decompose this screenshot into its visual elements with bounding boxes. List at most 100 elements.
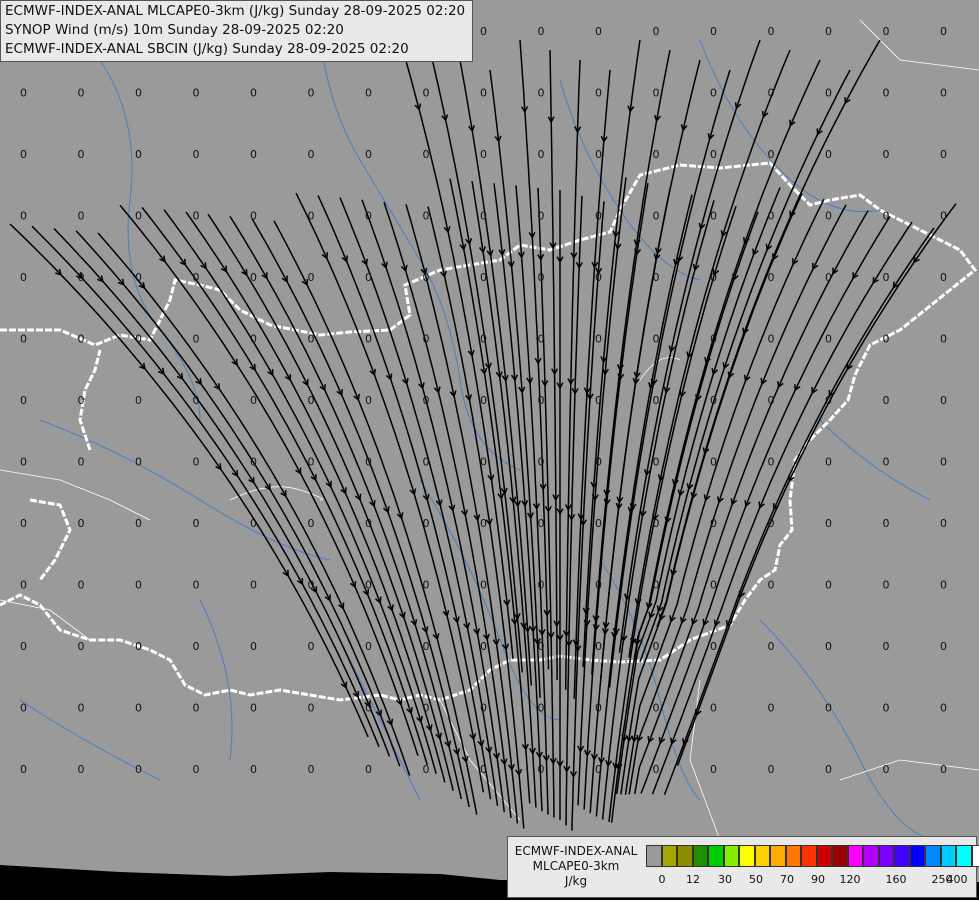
field-value-label: 0 [940, 394, 947, 407]
field-value-label: 0 [940, 148, 947, 161]
field-value-label: 0 [768, 87, 775, 100]
field-value-label: 0 [78, 640, 85, 653]
field-value-label: 0 [135, 148, 142, 161]
field-value-label: 0 [768, 394, 775, 407]
field-value-label: 0 [595, 333, 602, 346]
field-value-label: 0 [710, 210, 717, 223]
field-value-label: 0 [365, 271, 372, 284]
field-value-label: 0 [653, 517, 660, 530]
field-value-label: 0 [193, 148, 200, 161]
field-value-label: 0 [768, 271, 775, 284]
field-value-label: 0 [825, 763, 832, 776]
legend-swatch [940, 845, 956, 867]
field-value-label: 0 [538, 210, 545, 223]
field-value-label: 0 [193, 517, 200, 530]
field-value-label: 0 [825, 210, 832, 223]
field-value-label: 0 [423, 456, 430, 469]
field-value-label: 0 [653, 148, 660, 161]
field-value-label: 0 [135, 210, 142, 223]
legend-swatch [692, 845, 708, 867]
field-value-label: 0 [365, 333, 372, 346]
field-value-label: 0 [883, 640, 890, 653]
field-value-label: 0 [653, 394, 660, 407]
field-value-label: 0 [480, 517, 487, 530]
field-value-label: 0 [423, 517, 430, 530]
field-value-label: 0 [250, 702, 257, 715]
field-value-label: 0 [825, 640, 832, 653]
title-line-cape: ECMWF-INDEX-ANAL MLCAPE0-3km (J/kg) Sund… [5, 3, 466, 19]
field-value-label: 0 [423, 87, 430, 100]
field-value-label: 0 [308, 87, 315, 100]
field-value-label: 0 [20, 579, 27, 592]
field-value-label: 0 [135, 763, 142, 776]
field-value-label: 0 [78, 702, 85, 715]
field-value-label: 0 [710, 456, 717, 469]
field-value-label: 0 [883, 25, 890, 38]
field-value-label: 0 [595, 394, 602, 407]
field-value-label: 0 [595, 640, 602, 653]
field-value-label: 0 [653, 25, 660, 38]
field-value-label: 0 [883, 210, 890, 223]
field-value-label: 0 [193, 271, 200, 284]
field-value-label: 0 [308, 763, 315, 776]
legend-tick-label: 120 [839, 873, 861, 886]
field-value-label: 0 [365, 456, 372, 469]
field-value-label: 0 [20, 210, 27, 223]
field-value-label: 0 [538, 579, 545, 592]
field-value-label: 0 [825, 87, 832, 100]
title-box: ECMWF-INDEX-ANAL MLCAPE0-3km (J/kg) Sund… [0, 0, 473, 62]
field-value-label: 0 [538, 394, 545, 407]
field-value-label: 0 [595, 702, 602, 715]
legend-swatch [894, 845, 910, 867]
field-value-label: 0 [768, 517, 775, 530]
field-value-label: 0 [365, 517, 372, 530]
field-value-label: 0 [250, 640, 257, 653]
field-value-label: 0 [308, 456, 315, 469]
field-value-label: 0 [308, 517, 315, 530]
field-value-label: 0 [710, 333, 717, 346]
field-value-label: 0 [710, 517, 717, 530]
field-value-label: 0 [193, 87, 200, 100]
title-line-cin: ECMWF-INDEX-ANAL SBCIN (J/kg) Sunday 28-… [5, 41, 409, 57]
field-value-label: 0 [480, 763, 487, 776]
field-value-label: 0 [20, 271, 27, 284]
field-value-label: 0 [825, 148, 832, 161]
field-value-label: 0 [78, 394, 85, 407]
field-value-label: 0 [940, 702, 947, 715]
field-value-label: 0 [940, 763, 947, 776]
field-value-label: 0 [653, 763, 660, 776]
field-value-label: 0 [595, 87, 602, 100]
color-legend: ECMWF-INDEX-ANAL MLCAPE0-3km J/kg 0 12 30 5… [507, 836, 979, 898]
field-value-label: 0 [883, 579, 890, 592]
field-value-label: 0 [940, 640, 947, 653]
field-value-label: 0 [135, 271, 142, 284]
field-value-label: 0 [78, 87, 85, 100]
field-value-label: 0 [883, 87, 890, 100]
field-value-label: 0 [20, 456, 27, 469]
field-value-label: 0 [365, 394, 372, 407]
legend-line2: MLCAPE0-3km [532, 859, 620, 873]
field-value-label: 0 [480, 210, 487, 223]
field-value-label: 0 [825, 394, 832, 407]
legend-tick-label: 90 [811, 873, 825, 886]
field-value-label: 0 [135, 87, 142, 100]
field-value-label: 0 [595, 517, 602, 530]
field-value-label: 0 [883, 702, 890, 715]
field-value-label: 0 [365, 210, 372, 223]
field-value-label: 0 [710, 702, 717, 715]
field-value-label: 0 [308, 702, 315, 715]
field-value-label: 0 [135, 579, 142, 592]
legend-swatch [801, 845, 817, 867]
field-value-label: 0 [883, 271, 890, 284]
field-value-label: 0 [78, 271, 85, 284]
field-value-label: 0 [78, 456, 85, 469]
legend-swatch [816, 845, 832, 867]
legend-unit: J/kg [564, 874, 588, 888]
field-value-label: 0 [78, 210, 85, 223]
field-value-label: 0 [250, 456, 257, 469]
legend-swatch [863, 845, 879, 867]
field-value-label: 0 [768, 210, 775, 223]
field-value-label: 0 [710, 148, 717, 161]
field-value-label: 0 [883, 763, 890, 776]
field-value-label: 0 [78, 517, 85, 530]
